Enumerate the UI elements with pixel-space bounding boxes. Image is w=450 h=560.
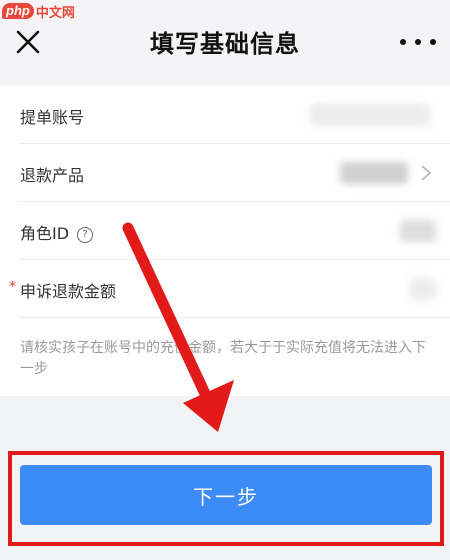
help-icon[interactable]: ? — [77, 227, 94, 243]
more-icon-dot — [430, 39, 436, 45]
role-id-value-blurred — [400, 220, 436, 242]
refund-product-value-blurred — [340, 162, 408, 184]
chevron-right-icon — [421, 165, 432, 181]
role-id-label-text: 角色ID — [20, 224, 70, 243]
form-row-refund-amount[interactable]: * 申诉退款金额 — [0, 260, 450, 318]
row-divider — [20, 317, 450, 318]
refund-product-label: 退款产品 — [20, 166, 85, 185]
more-icon — [400, 39, 406, 45]
more-icon-dot — [415, 39, 421, 45]
order-account-value-blurred — [310, 104, 430, 126]
site-watermark: php 中文网 — [2, 0, 75, 22]
form-row-refund-product[interactable]: 退款产品 — [0, 144, 450, 202]
refund-amount-label: 申诉退款金额 — [20, 282, 117, 301]
role-id-label: 角色ID? — [20, 220, 94, 244]
more-options-button[interactable] — [400, 28, 436, 56]
watermark-badge: php — [2, 3, 34, 19]
required-marker: * — [9, 279, 16, 295]
annotation-highlight-box — [8, 451, 444, 546]
amount-hint-text: 请核实孩子在账号中的充值金额，若大于于实际充值将无法进入下一步 — [20, 340, 426, 377]
page-title: 填写基础信息 — [150, 30, 300, 58]
refund-amount-input-blurred[interactable] — [410, 278, 436, 300]
basic-info-form: 提单账号 退款产品 角色ID? * 申诉退款金额 请核实孩子在账号中的充值金额，… — [0, 86, 450, 396]
form-row-order-account[interactable]: 提单账号 — [0, 86, 450, 144]
form-row-role-id[interactable]: 角色ID? — [0, 202, 450, 260]
watermark-text: 中文网 — [35, 5, 75, 21]
order-account-label: 提单账号 — [20, 108, 85, 127]
